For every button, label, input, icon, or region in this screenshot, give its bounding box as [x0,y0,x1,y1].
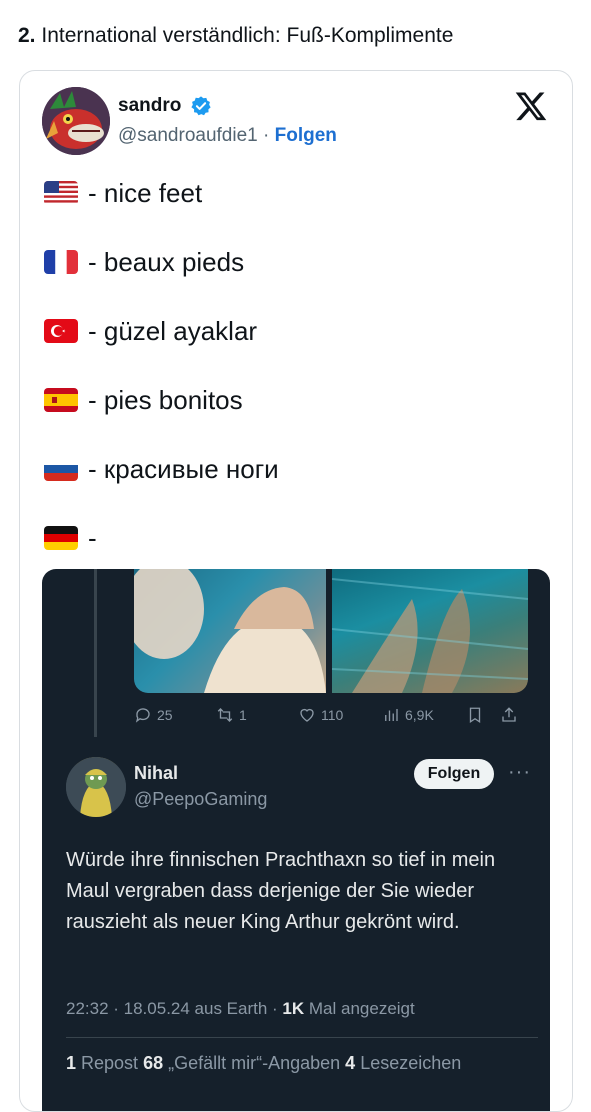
handle-separator: · [257,125,275,146]
compliment-text-de: - [88,522,97,553]
repost-count-value: 1 [239,707,247,723]
bookmarks-label[interactable]: Lesezeichen [355,1053,461,1073]
compliment-text-tr: - güzel ayaklar [88,315,258,346]
reply-views-label: Mal angezeigt [304,999,415,1018]
author-name[interactable]: sandro [118,95,181,117]
divider [66,1037,538,1038]
view-count[interactable]: 6,9K [382,706,434,724]
author-handle-row: @sandroaufdie1 · Folgen [118,125,337,147]
like-count[interactable]: 110 [298,706,343,724]
reply-icon [135,708,150,723]
compliment-text-es: - pies bonitos [88,384,243,415]
reply-text: Würde ihre finnischen Prachthaxn so tief… [66,849,496,933]
tr-flag-icon [44,319,78,343]
compliment-text-fr: - beaux pieds [88,246,245,277]
compliment-text-ru: - красивые ноги [88,453,279,484]
bookmark-button[interactable] [466,706,484,724]
author-handle[interactable]: @sandroaufdie1 [118,125,258,146]
compliment-line-ru: - красивые ноги [44,453,279,485]
us-flag-icon [44,181,78,205]
compliment-line-es: - pies bonitos [44,384,243,416]
repost-count[interactable]: 1 [216,706,247,724]
reposts-count[interactable]: 1 [66,1053,76,1073]
bookmark-icon [469,707,481,724]
reply-meta: 22:32 · 18.05.24 aus Earth · 1K Mal ange… [66,999,415,1019]
compliment-line-us: - nice feet [44,177,202,209]
reply-count[interactable]: 25 [134,706,173,724]
author-avatar[interactable] [42,87,110,155]
compliment-text-us: - nice feet [88,177,203,208]
ru-flag-icon [44,457,78,481]
bookmarks-count[interactable]: 4 [345,1053,355,1073]
more-options-icon[interactable]: ··· [508,761,531,784]
compliment-line-tr: - güzel ayaklar [44,315,257,347]
reply-author-handle[interactable]: @PeepoGaming [134,789,267,810]
views-icon [385,709,398,721]
reply-author-name[interactable]: Nihal [134,763,178,784]
share-icon [502,707,516,722]
follow-link[interactable]: Folgen [275,125,337,146]
reply-follow-button[interactable]: Folgen [414,759,494,789]
compliment-line-de: - [44,522,97,554]
share-button[interactable] [500,706,518,724]
es-flag-icon [44,388,78,412]
reply-count-value: 25 [157,707,173,723]
like-count-value: 110 [321,707,344,723]
de-flag-icon [44,526,78,550]
heart-icon [300,708,314,722]
tweet-card[interactable]: sandro @sandroaufdie1 · Folgen - nice fe… [19,70,573,1112]
likes-label[interactable]: „Gefällt mir“-Angaben [163,1053,345,1073]
reply-engagement: 1 Repost 68 „Gefällt mir“-Angaben 4 Lese… [66,1053,461,1074]
view-count-value: 6,9K [405,707,434,723]
x-logo-icon[interactable] [514,89,548,123]
embedded-screenshot[interactable]: 25 1 110 6,9K Nihal @PeepoGaming Folgen … [42,569,550,1111]
reply-views-count: 1K [282,999,305,1018]
section-title: International verständlich: Fuß-Komplime… [41,24,454,47]
media-image-right[interactable] [332,569,528,693]
section-heading: 2. International verständlich: Fuß-Kompl… [18,24,453,48]
verified-badge-icon [191,96,211,116]
repost-icon [217,708,233,722]
reply-avatar[interactable] [66,757,126,817]
reposts-label[interactable]: Repost [76,1053,143,1073]
likes-count[interactable]: 68 [143,1053,163,1073]
media-image-left[interactable] [134,569,326,693]
section-number: 2. [18,24,36,47]
fr-flag-icon [44,250,78,274]
compliment-line-fr: - beaux pieds [44,246,244,278]
stats-bar: 25 1 110 6,9K [42,703,550,727]
reply-timestamp: 22:32 · 18.05.24 aus Earth · [66,999,283,1018]
